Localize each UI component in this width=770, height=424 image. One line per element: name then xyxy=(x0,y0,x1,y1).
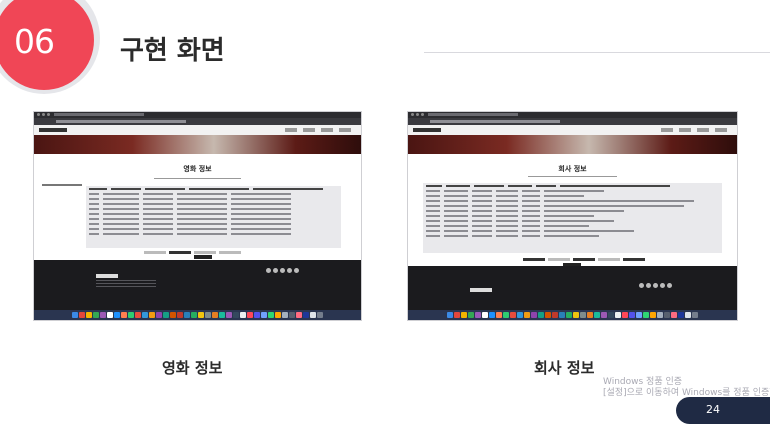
watermark-line-1: Windows 정품 인증 xyxy=(603,377,683,387)
footer-logo xyxy=(96,274,118,278)
social-icons xyxy=(266,268,299,273)
site-page-title: 회사 정보 xyxy=(558,165,587,173)
company-table xyxy=(423,183,722,253)
movie-table xyxy=(86,186,341,248)
pagination[interactable] xyxy=(523,258,645,261)
site-logo xyxy=(413,128,441,132)
screenshot-movie-info: 영화 정보 xyxy=(33,111,362,321)
site-page-body: 회사 정보 xyxy=(408,154,737,267)
search-button[interactable] xyxy=(194,255,212,259)
social-icons xyxy=(639,283,672,288)
site-header xyxy=(408,125,737,135)
title-divider xyxy=(424,52,770,53)
caption-company-info: 회사 정보 xyxy=(534,359,595,377)
site-header xyxy=(34,125,361,135)
hero-banner xyxy=(408,135,737,154)
page-number-pill xyxy=(676,397,770,424)
caption-movie-info: 영화 정보 xyxy=(162,359,223,377)
section-number: 06 xyxy=(14,22,55,61)
footer-logo xyxy=(470,288,492,292)
site-footer xyxy=(408,266,737,310)
site-page-body: 영화 정보 xyxy=(34,154,361,260)
site-footer xyxy=(34,260,361,310)
site-page-title: 영화 정보 xyxy=(183,165,212,173)
browser-address-bar xyxy=(34,118,361,125)
windows-activation-watermark: Windows 정품 인증 [설정]으로 이동하여 Windows를 정품 인증… xyxy=(603,377,770,399)
hero-banner xyxy=(34,135,361,154)
mac-dock xyxy=(34,310,361,320)
pagination[interactable] xyxy=(144,251,241,254)
browser-address-bar xyxy=(408,118,737,125)
slide-title: 구현 화면 xyxy=(120,36,225,66)
page-number: 24 xyxy=(706,403,720,416)
mac-dock xyxy=(408,310,737,320)
site-logo xyxy=(39,128,67,132)
screenshot-company-info: 회사 정보 xyxy=(407,111,738,321)
